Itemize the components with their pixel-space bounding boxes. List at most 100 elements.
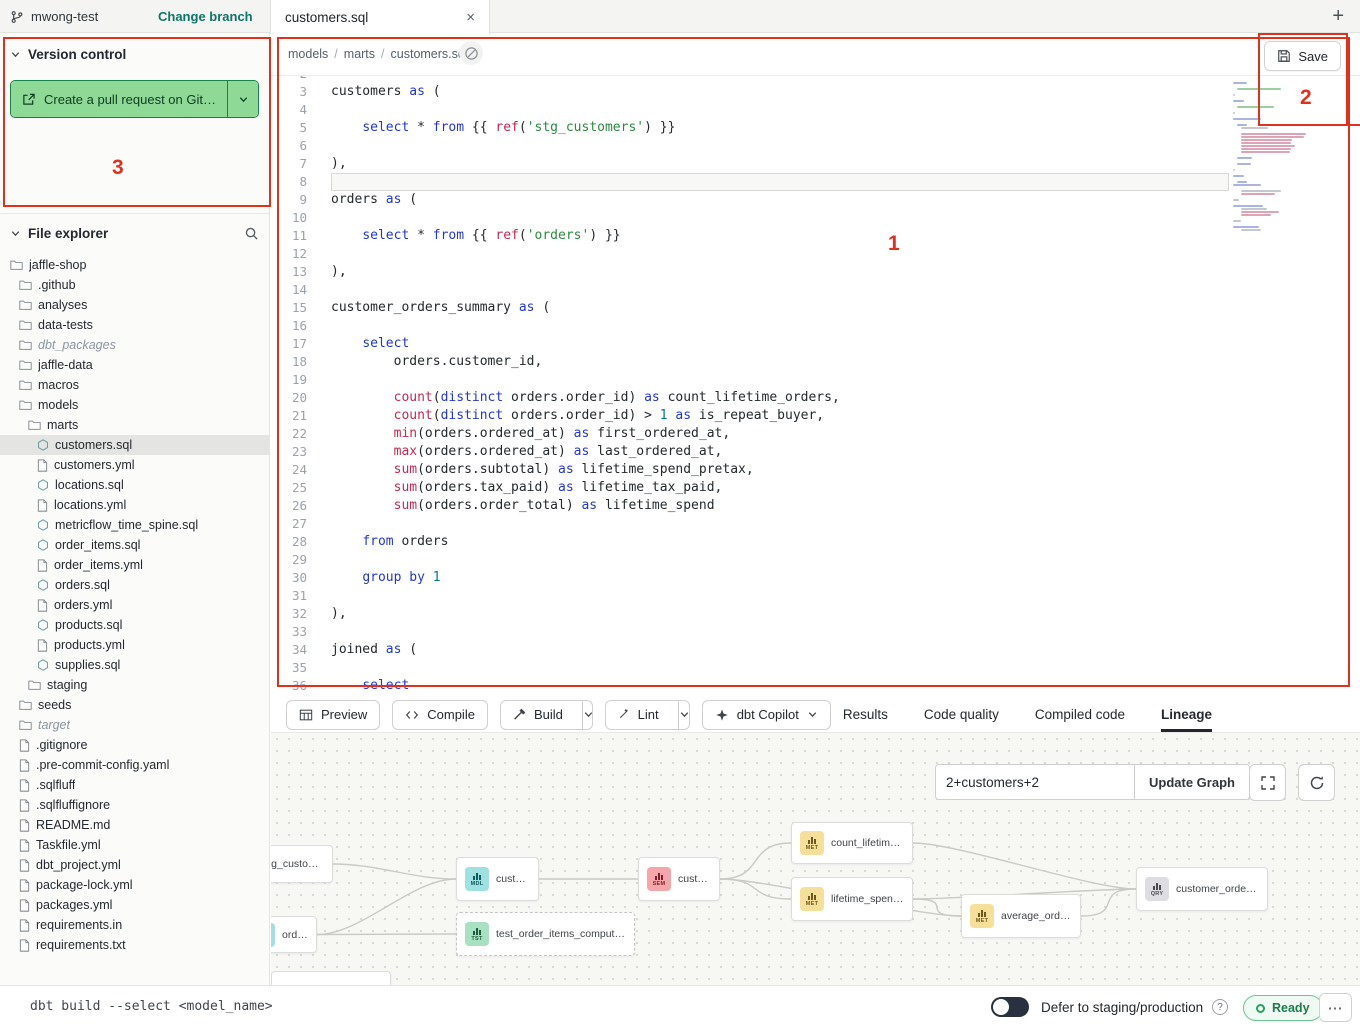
tree-item-requirements.txt[interactable]: requirements.txt (0, 935, 269, 955)
build-dropdown[interactable] (582, 701, 593, 729)
change-branch-link[interactable]: Change branch (158, 0, 253, 33)
lineage-node-customers[interactable]: MDLcustomers (456, 857, 539, 901)
tree-item-.sqlfluff[interactable]: .sqlfluff (0, 775, 269, 795)
tree-item-locations.sql[interactable]: locations.sql (0, 475, 269, 495)
lineage-node-orders[interactable]: MDLorders (271, 916, 317, 953)
tree-item-jaffle-shop[interactable]: jaffle-shop (0, 255, 269, 275)
tab-lineage[interactable]: Lineage (1161, 697, 1212, 732)
defer-toggle[interactable] (991, 997, 1029, 1017)
minimap[interactable] (1233, 79, 1319, 232)
code-editor[interactable]: 2345678910111213141516171819202122232425… (271, 76, 1360, 697)
code-line[interactable]: sum(orders.tax_paid) as lifetime_tax_pai… (331, 479, 1229, 497)
tree-item-.sqlfluffignore[interactable]: .sqlfluffignore (0, 795, 269, 815)
code-line[interactable]: sum(orders.subtotal) as lifetime_spend_p… (331, 461, 1229, 479)
code-line[interactable]: orders.customer_id, (331, 353, 1229, 371)
code-line[interactable]: group by 1 (331, 569, 1229, 587)
lineage-node-customers[interactable]: SEMcustomers (638, 857, 720, 901)
code-line[interactable] (331, 371, 1229, 389)
tree-item-jaffle-data[interactable]: jaffle-data (0, 355, 269, 375)
tab-code-quality[interactable]: Code quality (924, 697, 999, 732)
code-line[interactable]: customer_orders_summary as ( (331, 299, 1229, 317)
compile-button[interactable]: Compile (392, 700, 488, 730)
code-line[interactable] (331, 281, 1229, 299)
save-button[interactable]: Save (1264, 41, 1341, 71)
tree-item-marts[interactable]: marts (0, 415, 269, 435)
code-line[interactable] (331, 587, 1229, 605)
refresh-button[interactable] (1298, 764, 1335, 801)
breadcrumb-part[interactable]: models (288, 47, 328, 61)
code-line[interactable]: count(distinct orders.order_id) > 1 as i… (331, 407, 1229, 425)
tree-item-seeds[interactable]: seeds (0, 695, 269, 715)
tab-customers-sql[interactable]: customers.sql × (270, 0, 490, 34)
tree-item-data-tests[interactable]: data-tests (0, 315, 269, 335)
code-line[interactable] (331, 515, 1229, 533)
code-line[interactable]: min(orders.ordered_at) as first_ordered_… (331, 425, 1229, 443)
tree-item-orders.yml[interactable]: orders.yml (0, 595, 269, 615)
lint-dropdown[interactable] (678, 701, 690, 729)
tree-item-products.yml[interactable]: products.yml (0, 635, 269, 655)
code-line[interactable] (331, 245, 1229, 263)
tree-item-order_items.sql[interactable]: order_items.sql (0, 535, 269, 555)
code-line[interactable] (331, 317, 1229, 335)
tree-item-metricflow_time_spine.sql[interactable]: metricflow_time_spine.sql (0, 515, 269, 535)
code-line[interactable]: ), (331, 605, 1229, 623)
update-graph-button[interactable]: Update Graph (1134, 765, 1249, 799)
tree-item-customers.sql[interactable]: customers.sql (0, 435, 269, 455)
lineage-node-customer_order_metrics[interactable]: QRYcustomer_order_metrics (1136, 867, 1268, 911)
tab-close-icon[interactable]: × (466, 10, 475, 25)
tab-results[interactable]: Results (843, 697, 888, 732)
more-options-button[interactable]: ⋯ (1319, 993, 1352, 1022)
tree-item-.github[interactable]: .github (0, 275, 269, 295)
info-icon[interactable]: ? (1212, 999, 1228, 1015)
lineage-node-stg_customers[interactable]: MDLstg_customers (271, 845, 333, 883)
file-explorer-header[interactable]: File explorer (0, 226, 269, 241)
tree-item-analyses[interactable]: analyses (0, 295, 269, 315)
code-line[interactable] (331, 209, 1229, 227)
create-pull-request-button[interactable]: Create a pull request on Git… (10, 80, 259, 118)
tree-item-.gitignore[interactable]: .gitignore (0, 735, 269, 755)
code-line[interactable]: sum(orders.order_total) as lifetime_spen… (331, 497, 1229, 515)
lineage-node-test_order_items_compute_to_bools…[interactable]: TSTtest_order_items_compute_to_bools… (456, 912, 635, 956)
code-lines[interactable]: customers as ( select * from {{ ref('stg… (331, 76, 1229, 695)
tree-item-orders.sql[interactable]: orders.sql (0, 575, 269, 595)
tree-item-README.md[interactable]: README.md (0, 815, 269, 835)
tree-item-order_items.yml[interactable]: order_items.yml (0, 555, 269, 575)
code-line[interactable]: orders as ( (331, 191, 1229, 209)
status-badge[interactable]: Ready (1243, 995, 1323, 1021)
code-line[interactable]: count(distinct orders.order_id) as count… (331, 389, 1229, 407)
tree-item-supplies.sql[interactable]: supplies.sql (0, 655, 269, 675)
version-control-header[interactable]: Version control (0, 33, 269, 62)
code-line[interactable]: select * from {{ ref('stg_customers') }} (331, 119, 1229, 137)
code-line[interactable]: customers as ( (331, 83, 1229, 101)
code-line[interactable]: max(orders.ordered_at) as last_ordered_a… (331, 443, 1229, 461)
code-line[interactable]: from orders (331, 533, 1229, 551)
code-line[interactable]: select * from {{ ref('orders') }} (331, 227, 1229, 245)
code-line[interactable] (331, 623, 1229, 641)
code-line[interactable]: select (331, 335, 1229, 353)
lineage-node-average_order_value[interactable]: METaverage_order_value (961, 894, 1081, 938)
tree-item-models[interactable]: models (0, 395, 269, 415)
tree-item-staging[interactable]: staging (0, 675, 269, 695)
tree-item-locations.yml[interactable]: locations.yml (0, 495, 269, 515)
tree-item-dbt_packages[interactable]: dbt_packages (0, 335, 269, 355)
search-icon[interactable] (244, 226, 259, 241)
tree-item-dbt_project.yml[interactable]: dbt_project.yml (0, 855, 269, 875)
tab-compiled-code[interactable]: Compiled code (1035, 697, 1125, 732)
code-line[interactable]: ), (331, 155, 1229, 173)
tree-item-packages.yml[interactable]: packages.yml (0, 895, 269, 915)
code-line[interactable]: ), (331, 263, 1229, 281)
tree-item-package-lock.yml[interactable]: package-lock.yml (0, 875, 269, 895)
fullscreen-button[interactable] (1249, 764, 1286, 801)
lineage-node-partial[interactable] (271, 971, 391, 985)
code-line[interactable] (331, 137, 1229, 155)
tree-item-macros[interactable]: macros (0, 375, 269, 395)
code-line[interactable]: select (331, 677, 1229, 695)
lint-button[interactable]: Lint (605, 700, 690, 730)
tree-item-.pre-commit-config.yaml[interactable]: .pre-commit-config.yaml (0, 755, 269, 775)
tree-item-requirements.in[interactable]: requirements.in (0, 915, 269, 935)
tree-item-customers.yml[interactable]: customers.yml (0, 455, 269, 475)
lineage-selector-input[interactable] (936, 765, 1134, 799)
pr-button-dropdown[interactable] (227, 81, 258, 117)
circle-slash-icon[interactable] (459, 41, 483, 65)
new-tab-button[interactable]: + (1332, 0, 1344, 33)
